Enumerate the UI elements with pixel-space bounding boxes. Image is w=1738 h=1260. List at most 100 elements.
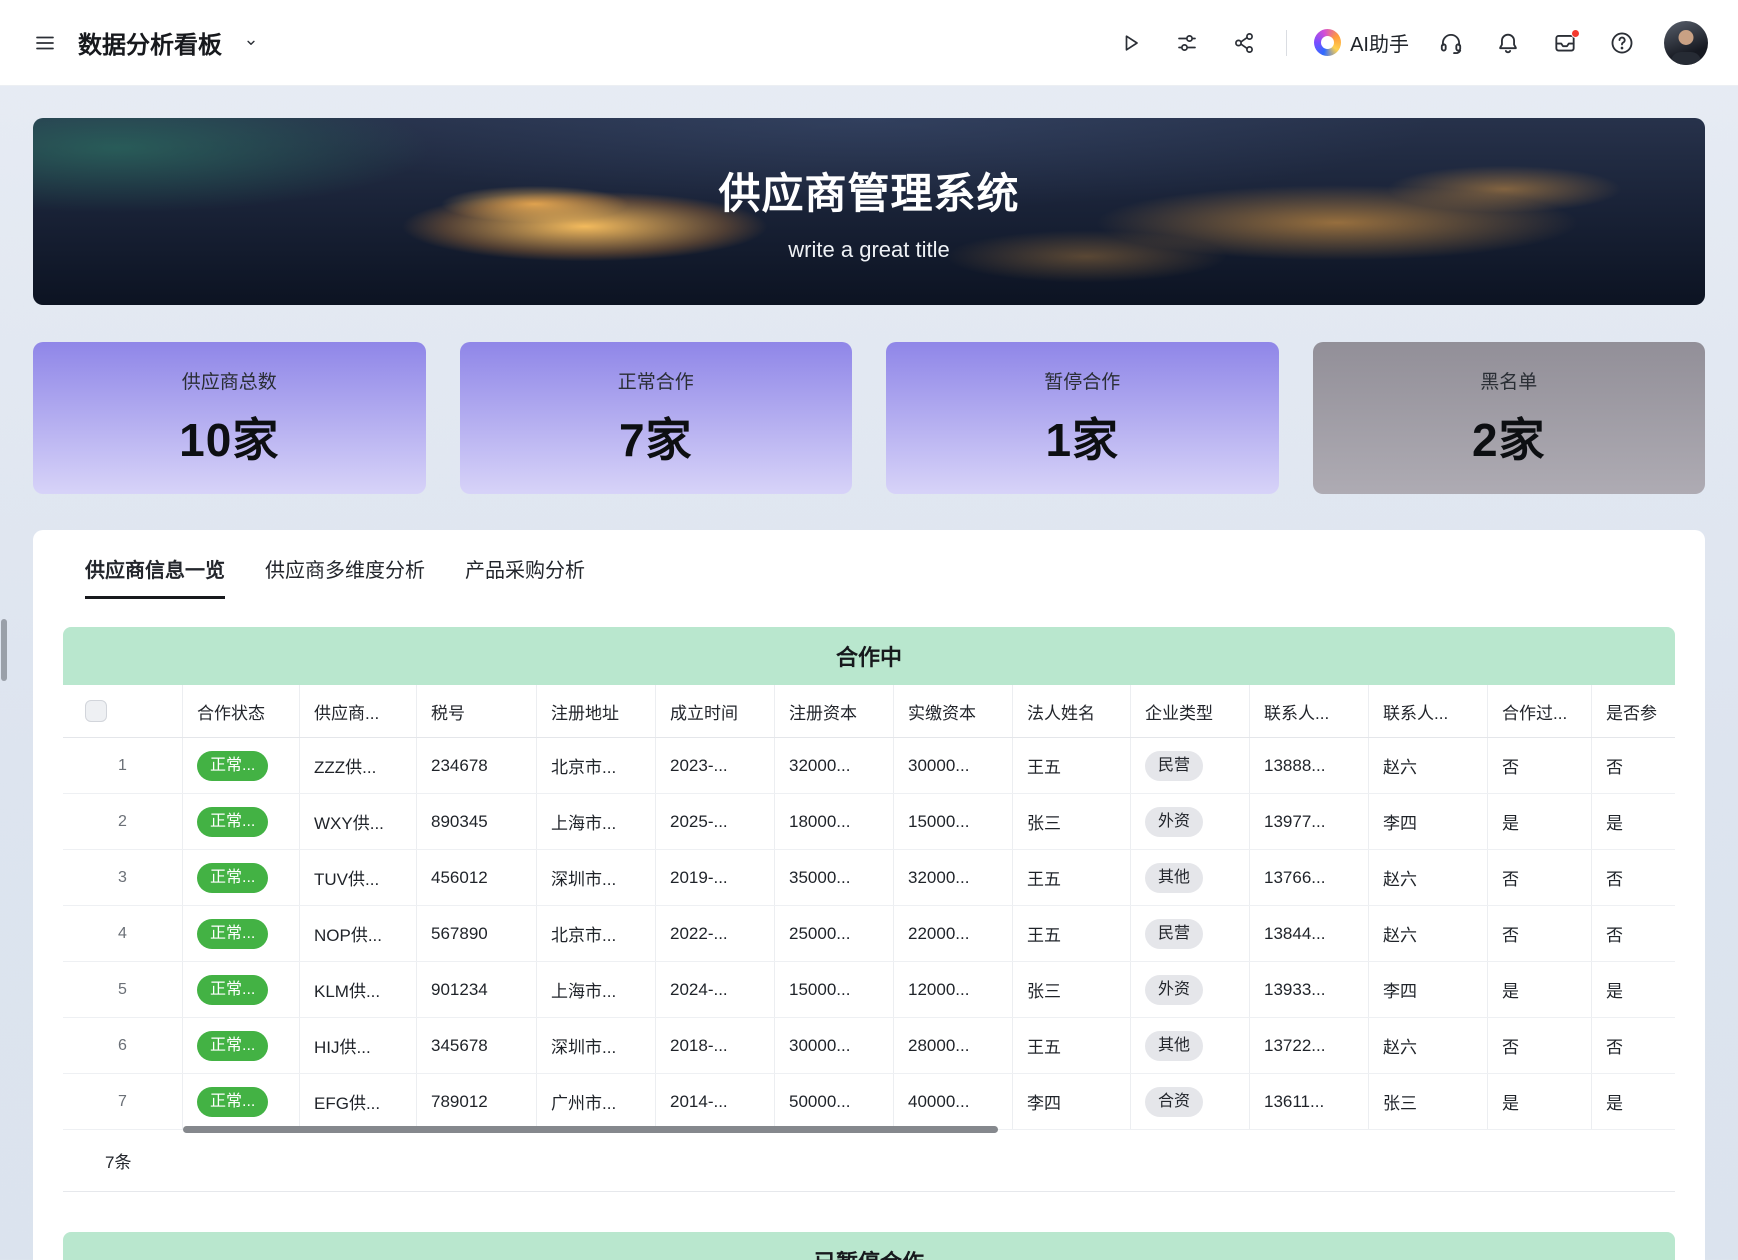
cell-address: 广州市... [537,1074,656,1129]
menu-icon[interactable] [30,28,60,58]
status-badge: 正常... [197,1087,268,1117]
paused-group-header: 已暂停合作 [63,1232,1675,1260]
table-row[interactable]: 2 正常... WXY供... 890345 上海市... 2025-... 1… [63,794,1675,850]
column-header-contact-phone: 联系人... [1250,685,1369,737]
cell-cooperation-history: 否 [1488,738,1592,793]
cell-contact-phone: 13611... [1250,1074,1369,1129]
table-row[interactable]: 1 正常... ZZZ供... 234678 北京市... 2023-... 3… [63,738,1675,794]
cell-registered-capital: 15000... [775,962,894,1017]
tab-supplier-overview[interactable]: 供应商信息一览 [85,554,225,599]
column-header-legal-person: 法人姓名 [1013,685,1131,737]
table-row[interactable]: 6 正常... HIJ供... 345678 深圳市... 2018-... 3… [63,1018,1675,1074]
cell-status: 正常... [183,962,300,1017]
column-header-registered-capital: 注册资本 [775,685,894,737]
cell-cooperation-history: 是 [1488,962,1592,1017]
stat-card-paused-cooperation: 暂停合作 1家 [886,342,1279,494]
ai-assistant-button[interactable]: AI助手 [1314,28,1409,57]
cell-paid-capital: 22000... [894,906,1013,961]
cell-supplier: HIJ供... [300,1018,417,1073]
cell-cooperation-history: 是 [1488,794,1592,849]
table-row[interactable]: 3 正常... TUV供... 456012 深圳市... 2019-... 3… [63,850,1675,906]
cell-registered-capital: 32000... [775,738,894,793]
cell-participated: 是 [1592,794,1675,849]
cell-company-type: 外资 [1131,794,1250,849]
cell-registered-capital: 25000... [775,906,894,961]
column-header-founded: 成立时间 [656,685,775,737]
cell-contact-name: 李四 [1369,962,1488,1017]
cell-company-type: 其他 [1131,1018,1250,1073]
ai-assistant-label: AI助手 [1350,28,1409,57]
status-badge: 正常... [197,863,268,893]
row-index: 5 [118,981,127,999]
stat-label: 供应商总数 [182,367,277,394]
cell-status: 正常... [183,1074,300,1129]
chevron-down-icon[interactable] [240,32,262,54]
cell-contact-phone: 13977... [1250,794,1369,849]
status-badge: 正常... [197,751,268,781]
topbar-right: AI助手 [1115,21,1708,65]
cell-registered-capital: 50000... [775,1074,894,1129]
row-index: 1 [118,757,127,775]
cell-paid-capital: 12000... [894,962,1013,1017]
cell-tax-no: 234678 [417,738,537,793]
cell-address: 上海市... [537,962,656,1017]
column-header-supplier: 供应商... [300,685,417,737]
cell-legal-person: 王五 [1013,850,1131,905]
select-all-checkbox[interactable] [85,700,107,722]
cell-cooperation-history: 否 [1488,850,1592,905]
vertical-scrollbar[interactable] [1,619,7,681]
cell-cooperation-history: 是 [1488,1074,1592,1129]
stat-label: 正常合作 [618,367,694,394]
cell-tax-no: 890345 [417,794,537,849]
cell-supplier: TUV供... [300,850,417,905]
cell-tax-no: 789012 [417,1074,537,1129]
row-index-cell: 3 [63,850,183,905]
column-header-participated: 是否参 [1592,685,1675,737]
company-type-badge: 外资 [1145,975,1203,1005]
cell-company-type: 合资 [1131,1074,1250,1129]
cell-cooperation-history: 否 [1488,906,1592,961]
cell-supplier: KLM供... [300,962,417,1017]
status-badge: 正常... [197,975,268,1005]
inbox-button[interactable] [1550,28,1580,58]
tab-supplier-multidimensional-analysis[interactable]: 供应商多维度分析 [265,554,425,599]
tabs: 供应商信息一览 供应商多维度分析 产品采购分析 [63,554,1675,599]
cell-company-type: 外资 [1131,962,1250,1017]
company-type-badge: 外资 [1145,807,1203,837]
headset-support-button[interactable] [1436,28,1466,58]
cell-founded: 2024-... [656,962,775,1017]
help-button[interactable] [1607,28,1637,58]
bell-notifications-button[interactable] [1493,28,1523,58]
company-type-badge: 其他 [1145,863,1203,893]
dashboard-content: 供应商管理系统 write a great title 供应商总数 10家 正常… [0,118,1738,1260]
cell-founded: 2023-... [656,738,775,793]
table-footer: 7条 [63,1130,1675,1192]
cell-address: 上海市... [537,794,656,849]
cell-contact-phone: 13722... [1250,1018,1369,1073]
cell-legal-person: 王五 [1013,738,1131,793]
cell-contact-name: 赵六 [1369,850,1488,905]
cell-supplier: WXY供... [300,794,417,849]
cell-contact-phone: 13933... [1250,962,1369,1017]
table-row[interactable]: 4 正常... NOP供... 567890 北京市... 2022-... 2… [63,906,1675,962]
cell-participated: 是 [1592,1074,1675,1129]
share-button[interactable] [1229,28,1259,58]
cell-status: 正常... [183,850,300,905]
stat-card-total-suppliers: 供应商总数 10家 [33,342,426,494]
sliders-settings-button[interactable] [1172,28,1202,58]
cell-tax-no: 901234 [417,962,537,1017]
status-badge: 正常... [197,1031,268,1061]
table-row[interactable]: 5 正常... KLM供... 901234 上海市... 2024-... 1… [63,962,1675,1018]
horizontal-scrollbar[interactable] [183,1126,998,1133]
cell-status: 正常... [183,738,300,793]
avatar[interactable] [1664,21,1708,65]
stat-label: 暂停合作 [1044,367,1120,394]
cell-founded: 2025-... [656,794,775,849]
cell-supplier: EFG供... [300,1074,417,1129]
table-row[interactable]: 7 正常... EFG供... 789012 广州市... 2014-... 5… [63,1074,1675,1130]
tab-product-purchase-analysis[interactable]: 产品采购分析 [465,554,585,599]
row-index: 7 [118,1093,127,1111]
play-button[interactable] [1115,28,1145,58]
cell-address: 深圳市... [537,1018,656,1073]
row-index-cell: 5 [63,962,183,1017]
